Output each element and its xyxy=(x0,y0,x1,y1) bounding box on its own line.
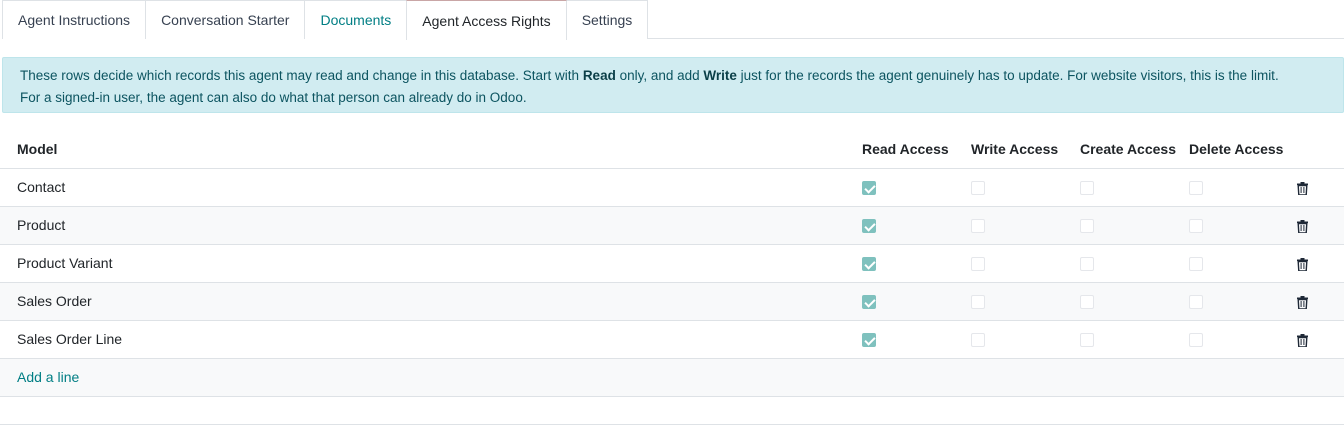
create-access-checkbox[interactable] xyxy=(1080,257,1094,272)
header-model[interactable]: Model xyxy=(0,130,862,169)
create-access-checkbox[interactable] xyxy=(1080,333,1094,348)
access-rights-table: Model Read Access Write Access Create Ac… xyxy=(0,130,1344,397)
trash-icon[interactable] xyxy=(1297,257,1308,271)
alert-line-1: These rows decide which records this age… xyxy=(20,65,1327,87)
table-row[interactable]: Product xyxy=(0,206,1344,245)
tab-conversation-starter[interactable]: Conversation Starter xyxy=(145,0,306,39)
delete-access-checkbox[interactable] xyxy=(1189,333,1203,348)
read-access-checkbox[interactable] xyxy=(862,295,876,310)
alert-text: just for the records the agent genuinely… xyxy=(736,68,1279,83)
alert-bold-write: Write xyxy=(703,68,737,83)
read-access-checkbox[interactable] xyxy=(862,219,876,234)
model-name[interactable]: Sales Order Line xyxy=(17,331,122,347)
tab-agent-access-rights[interactable]: Agent Access Rights xyxy=(406,0,567,40)
table-header: Model Read Access Write Access Create Ac… xyxy=(0,130,1344,169)
write-access-checkbox[interactable] xyxy=(971,219,985,234)
add-line-row: Add a line xyxy=(0,358,1344,397)
read-access-checkbox[interactable] xyxy=(862,181,876,196)
create-access-checkbox[interactable] xyxy=(1080,181,1094,196)
write-access-checkbox[interactable] xyxy=(971,333,985,348)
header-actions xyxy=(1289,130,1344,169)
trash-icon[interactable] xyxy=(1297,333,1308,347)
notebook-tabs: Agent Instructions Conversation Starter … xyxy=(2,0,1344,40)
alert-line-2: For a signed-in user, the agent can also… xyxy=(20,90,527,105)
table-row[interactable]: Product Variant xyxy=(0,244,1344,283)
trash-icon[interactable] xyxy=(1297,295,1308,309)
table-row[interactable]: Sales Order Line xyxy=(0,320,1344,359)
delete-access-checkbox[interactable] xyxy=(1189,181,1203,196)
write-access-checkbox[interactable] xyxy=(971,257,985,272)
model-name[interactable]: Product Variant xyxy=(17,255,112,271)
model-name[interactable]: Contact xyxy=(17,179,65,195)
write-access-checkbox[interactable] xyxy=(971,181,985,196)
trash-icon[interactable] xyxy=(1297,219,1308,233)
delete-access-checkbox[interactable] xyxy=(1189,257,1203,272)
add-line-link[interactable]: Add a line xyxy=(17,369,79,385)
tab-agent-instructions[interactable]: Agent Instructions xyxy=(2,0,147,39)
trash-icon[interactable] xyxy=(1297,181,1308,195)
table-row[interactable]: Sales Order xyxy=(0,282,1344,321)
read-access-checkbox[interactable] xyxy=(862,257,876,272)
table-row[interactable]: Contact xyxy=(0,168,1344,207)
header-write-access[interactable]: Write Access xyxy=(971,130,1080,169)
tab-documents[interactable]: Documents xyxy=(304,0,408,39)
info-alert: These rows decide which records this age… xyxy=(2,57,1344,113)
delete-access-checkbox[interactable] xyxy=(1189,219,1203,234)
tab-settings[interactable]: Settings xyxy=(565,0,649,39)
delete-access-checkbox[interactable] xyxy=(1189,295,1203,310)
model-name[interactable]: Product xyxy=(17,217,65,233)
header-delete-access[interactable]: Delete Access xyxy=(1189,130,1289,169)
write-access-checkbox[interactable] xyxy=(971,295,985,310)
alert-text: only, and add xyxy=(615,68,704,83)
header-create-access[interactable]: Create Access xyxy=(1080,130,1189,169)
create-access-checkbox[interactable] xyxy=(1080,295,1094,310)
header-read-access[interactable]: Read Access xyxy=(862,130,971,169)
divider xyxy=(0,424,1344,425)
model-name[interactable]: Sales Order xyxy=(17,293,92,309)
read-access-checkbox[interactable] xyxy=(862,333,876,348)
alert-bold-read: Read xyxy=(582,68,616,83)
alert-text: These rows decide which records this age… xyxy=(20,68,583,83)
create-access-checkbox[interactable] xyxy=(1080,219,1094,234)
